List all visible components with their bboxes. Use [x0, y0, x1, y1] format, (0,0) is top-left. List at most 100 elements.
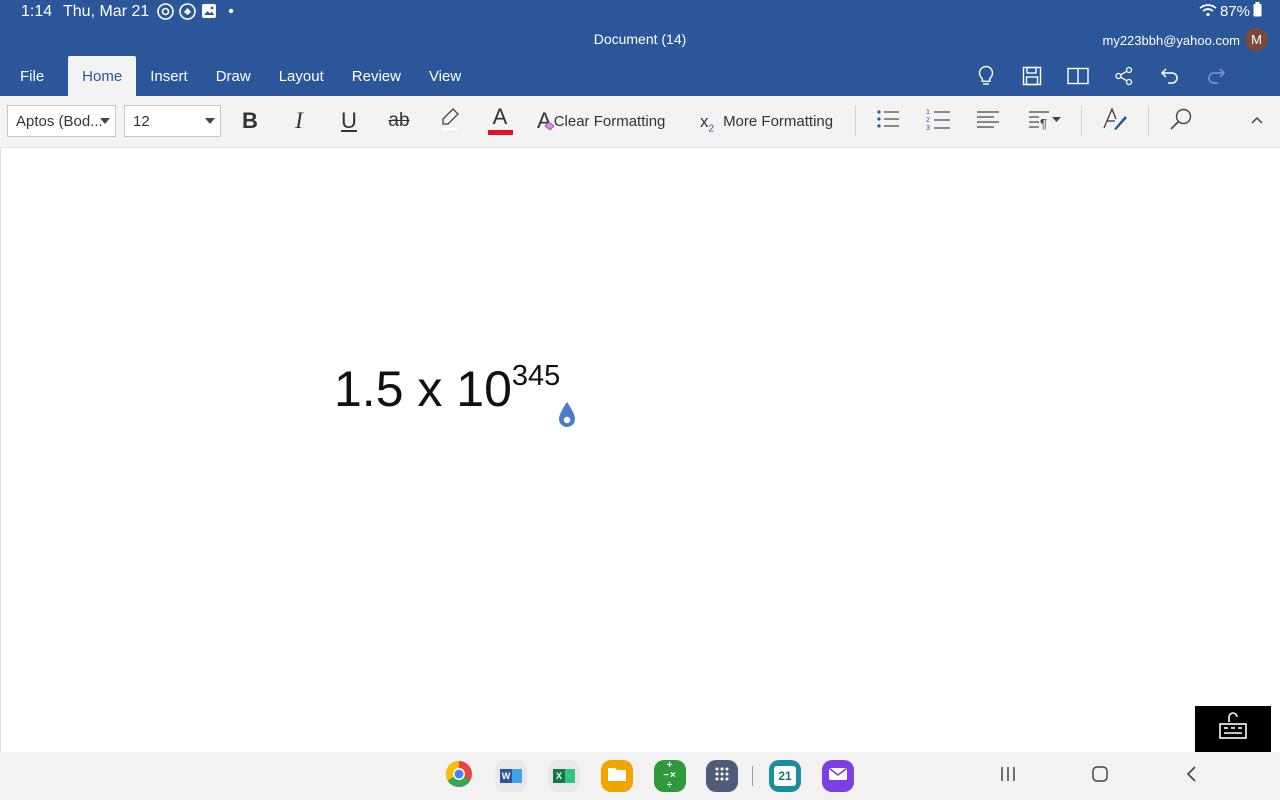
clear-formatting-button[interactable]: A Clear Formatting — [537, 105, 673, 137]
svg-text:¶: ¶ — [1040, 116, 1047, 130]
email-icon — [828, 767, 848, 786]
status-icons — [156, 2, 240, 20]
tab-file[interactable]: File — [0, 56, 58, 96]
chrome-icon — [444, 759, 474, 794]
collapse-ribbon-button[interactable] — [1244, 105, 1270, 137]
equation-base: 1.5 x 10 — [334, 361, 512, 417]
home-button[interactable] — [1088, 764, 1112, 788]
tab-view[interactable]: View — [415, 56, 475, 96]
font-size-value: 12 — [133, 112, 150, 130]
app-drawer-icon — [714, 766, 730, 787]
quick-actions — [972, 62, 1230, 90]
styles-button[interactable] — [1099, 105, 1131, 137]
word-icon: W — [500, 769, 522, 783]
svg-text:3: 3 — [926, 125, 930, 131]
search-button[interactable] — [1166, 105, 1196, 137]
calculator-app[interactable]: +−×÷ — [654, 760, 686, 792]
bullets-button[interactable] — [873, 105, 903, 137]
font-color-swatch — [487, 130, 513, 135]
title-bar: 1:14 Thu, Mar 21 87% Document (14) my223… — [0, 0, 1280, 96]
bullets-icon — [876, 108, 900, 135]
document-title[interactable]: Document (14) — [0, 31, 1280, 47]
numbering-icon: 123 — [926, 107, 950, 136]
chevron-up-icon — [1250, 112, 1264, 130]
reading-view-icon[interactable] — [1064, 62, 1092, 90]
underline-button[interactable]: U — [335, 105, 363, 137]
home-ribbon: Aptos (Bod... 12 B I U ab A A Clear Form… — [0, 96, 1280, 148]
font-name-dropdown[interactable]: Aptos (Bod... — [7, 105, 116, 137]
email-app[interactable] — [822, 760, 854, 792]
undo-icon[interactable] — [1156, 62, 1184, 90]
numbering-button[interactable]: 123 — [923, 105, 953, 137]
font-color-glyph: A — [492, 104, 508, 129]
chrome-app[interactable] — [443, 760, 475, 792]
excel-letter: X — [553, 769, 565, 783]
tab-review[interactable]: Review — [338, 56, 415, 96]
app-drawer[interactable] — [706, 760, 738, 792]
align-button[interactable] — [973, 105, 1003, 137]
subscript-icon: x2 — [700, 112, 714, 134]
underline-glyph: U — [341, 108, 357, 133]
word-app[interactable]: W — [495, 760, 527, 792]
tab-insert[interactable]: Insert — [136, 56, 202, 96]
more-formatting-button[interactable]: x2 More Formatting — [700, 105, 840, 137]
svg-text:2: 2 — [926, 117, 930, 124]
back-button[interactable] — [1180, 764, 1204, 788]
share-icon[interactable] — [1110, 62, 1138, 90]
align-icon — [976, 109, 1000, 134]
font-size-dropdown[interactable]: 12 — [124, 105, 221, 137]
save-icon[interactable] — [1018, 62, 1046, 90]
search-icon — [1169, 107, 1193, 136]
calendar-icon: 21 — [774, 766, 796, 786]
highlight-button[interactable] — [436, 105, 464, 137]
font-color-button[interactable]: A — [486, 105, 514, 137]
calculator-icon: +−×÷ — [663, 760, 677, 791]
bold-button[interactable]: B — [236, 105, 264, 137]
battery-percent: 87% — [1219, 3, 1250, 20]
paragraph-icon: ¶ — [1026, 108, 1064, 135]
chevron-down-icon — [205, 118, 215, 124]
document-text[interactable]: 1.5 x 10345 — [334, 360, 560, 418]
ribbon-tabs: File Home Insert Draw Layout Review View — [0, 56, 475, 96]
strikethrough-button[interactable]: ab — [384, 105, 414, 137]
document-canvas[interactable]: 1.5 x 10345 — [0, 148, 1280, 752]
status-date: Thu, Mar 21 — [63, 3, 150, 20]
paragraph-button[interactable]: ¶ — [1024, 105, 1066, 137]
keyboard-toggle-button[interactable] — [1195, 706, 1271, 752]
avatar[interactable]: M — [1245, 28, 1268, 51]
tab-draw[interactable]: Draw — [202, 56, 265, 96]
home-icon — [1091, 765, 1109, 788]
excel-app[interactable]: X — [548, 760, 580, 792]
recents-icon — [999, 766, 1017, 787]
clear-formatting-label: Clear Formatting — [553, 112, 666, 130]
svg-text:1: 1 — [926, 109, 930, 116]
divider — [855, 106, 856, 136]
font-name-value: Aptos (Bod... — [16, 112, 103, 130]
dot-icon — [222, 2, 240, 20]
tab-layout[interactable]: Layout — [265, 56, 338, 96]
image-icon — [200, 2, 218, 20]
redo-icon[interactable] — [1202, 62, 1230, 90]
location-icon — [178, 2, 196, 20]
divider — [1148, 106, 1149, 136]
files-app[interactable] — [601, 760, 633, 792]
recent-apps-button[interactable] — [996, 764, 1020, 788]
italic-button[interactable]: I — [285, 105, 313, 137]
subscript-number: 2 — [708, 123, 715, 135]
subscript-glyph: x — [700, 111, 709, 131]
tab-home[interactable]: Home — [68, 56, 137, 96]
styles-icon — [1102, 106, 1128, 136]
equation-exponent: 345 — [511, 360, 561, 393]
calendar-app[interactable]: 21 — [769, 760, 801, 792]
highlighter-icon — [438, 106, 462, 137]
italic-glyph: I — [295, 108, 303, 133]
status-time: 1:14 — [21, 3, 53, 20]
dock-divider — [752, 766, 753, 786]
excel-icon: X — [553, 769, 575, 783]
clear-formatting-icon: A — [537, 108, 555, 134]
account-email[interactable]: my223bbh@yahoo.com — [1103, 33, 1241, 48]
lightbulb-icon[interactable] — [972, 62, 1000, 90]
keyboard-icon — [1218, 711, 1248, 747]
text-cursor-handle[interactable] — [557, 401, 577, 434]
more-formatting-label: More Formatting — [723, 112, 834, 130]
